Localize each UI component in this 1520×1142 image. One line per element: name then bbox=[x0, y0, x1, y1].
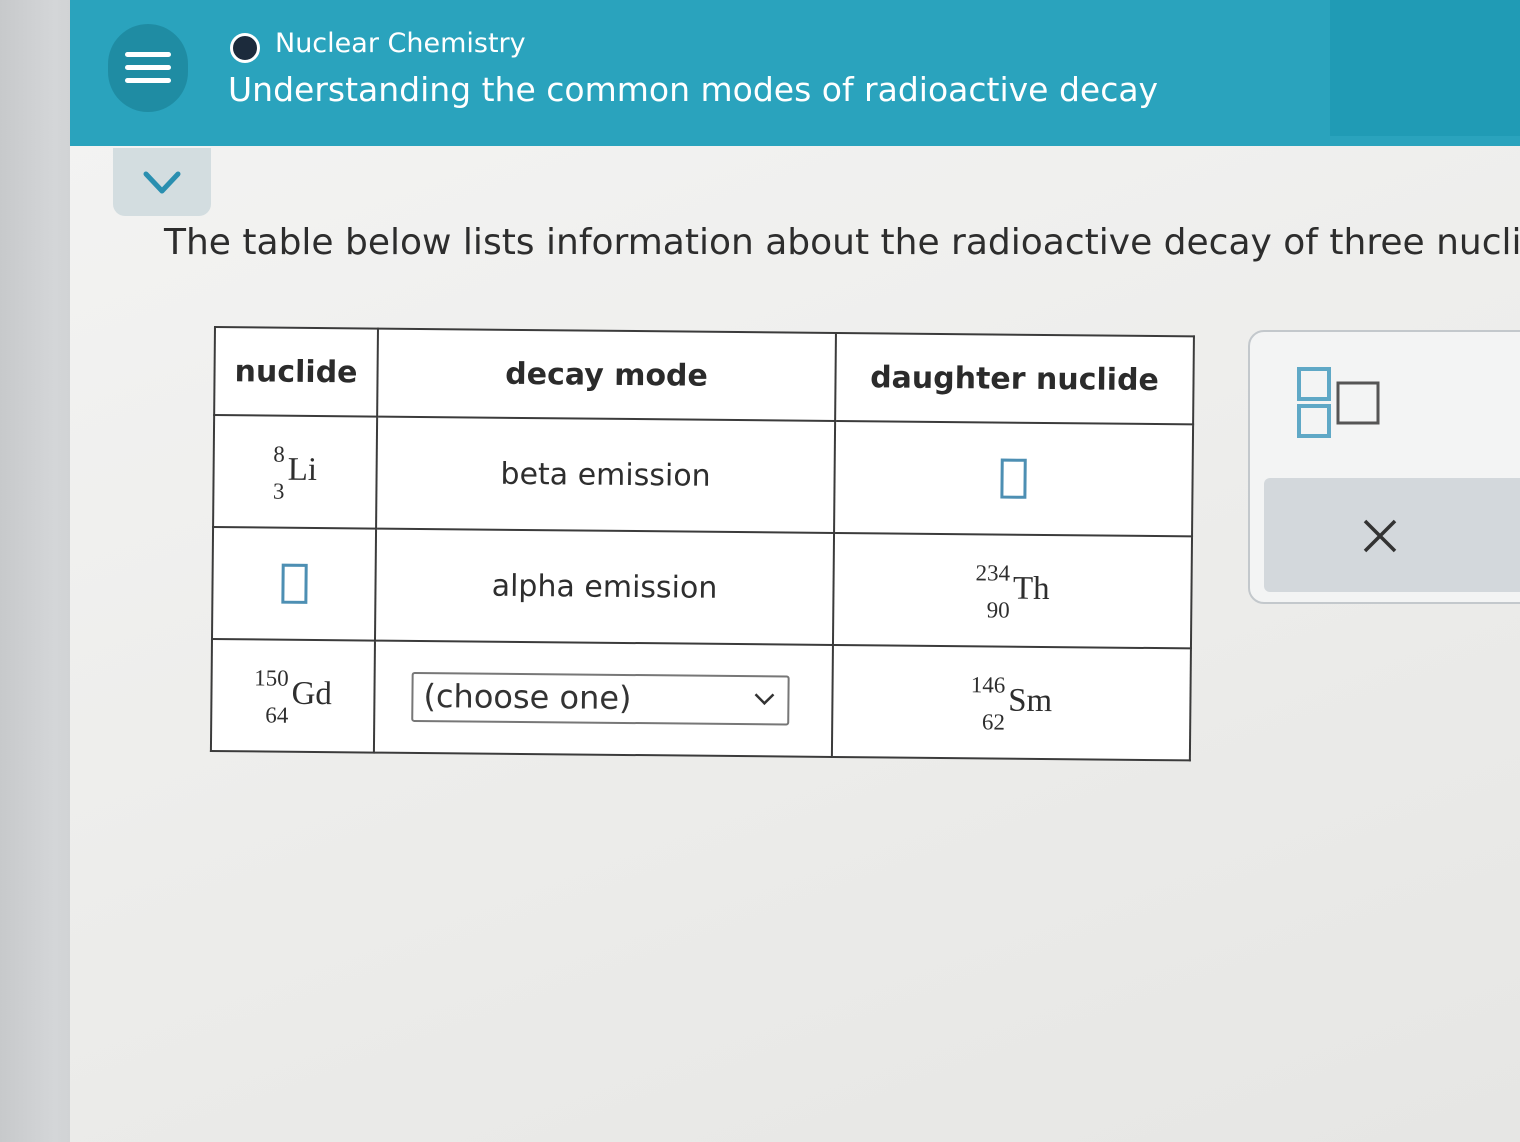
nuclide-cell bbox=[211, 527, 377, 641]
answer-tools-panel bbox=[1248, 330, 1520, 604]
decay-mode-select[interactable]: (choose one) bbox=[411, 671, 790, 726]
chevron-down-icon bbox=[143, 171, 181, 194]
column-header-daughter-nuclide: daughter nuclide bbox=[835, 332, 1194, 425]
decay-mode-select-value: (choose one) bbox=[423, 677, 632, 718]
nuclide-cell: 150 64 Gd bbox=[210, 638, 375, 753]
hamburger-menu-button[interactable] bbox=[108, 24, 188, 112]
daughter-nuclide-cell bbox=[834, 420, 1194, 537]
nuclide-symbol: 234 90 Th bbox=[975, 554, 1050, 629]
mass-number: 146 bbox=[970, 671, 1006, 698]
lesson-title: Understanding the common modes of radioa… bbox=[228, 70, 1159, 109]
mass-number: 8 bbox=[273, 441, 285, 467]
hamburger-menu-icon bbox=[125, 65, 171, 70]
collapse-header-button[interactable] bbox=[113, 148, 211, 216]
atomic-number: 90 bbox=[986, 596, 1010, 623]
element-symbol: Gd bbox=[291, 675, 333, 713]
element-symbol: Th bbox=[1012, 570, 1050, 608]
decay-table: nuclide decay mode daughter nuclide 8 3 … bbox=[209, 326, 1195, 762]
hamburger-menu-icon bbox=[125, 52, 171, 57]
decay-mode-cell: (choose one) bbox=[373, 640, 833, 757]
element-symbol: Sm bbox=[1008, 682, 1053, 720]
nuclide-answer-input[interactable] bbox=[280, 563, 308, 604]
question-prompt: The table below lists information about … bbox=[164, 222, 1520, 263]
table-row: 150 64 Gd (choose one) 146 62 Sm bbox=[210, 638, 1191, 761]
decay-mode-cell: alpha emission bbox=[374, 528, 835, 645]
column-header-nuclide: nuclide bbox=[214, 327, 378, 417]
close-x-icon bbox=[1363, 519, 1397, 553]
element-symbol: Li bbox=[287, 451, 318, 488]
atomic-number: 3 bbox=[272, 478, 285, 504]
chevron-down-icon bbox=[754, 693, 775, 706]
decay-mode-cell: beta emission bbox=[376, 416, 836, 533]
monitor-bezel bbox=[0, 0, 78, 1142]
nuclide-cell: 8 3 Li bbox=[213, 415, 378, 529]
clear-answer-button[interactable] bbox=[1264, 478, 1520, 592]
table-row: 8 3 Li beta emission bbox=[213, 415, 1194, 537]
atomic-number: 64 bbox=[265, 702, 289, 728]
hamburger-menu-icon bbox=[125, 78, 171, 83]
daughter-nuclide-cell: 234 90 Th bbox=[832, 532, 1193, 649]
nuclide-symbol: 146 62 Sm bbox=[970, 666, 1053, 741]
mass-number: 150 bbox=[254, 664, 289, 691]
topic-status-dot-icon bbox=[230, 33, 260, 63]
superscript-subscript-template-icon[interactable] bbox=[1296, 366, 1386, 446]
daughter-nuclide-cell: 146 62 Sm bbox=[831, 644, 1191, 761]
nuclide-symbol: 8 3 Li bbox=[273, 435, 318, 509]
atomic-number: 62 bbox=[981, 708, 1006, 735]
table-header-row: nuclide decay mode daughter nuclide bbox=[214, 327, 1194, 425]
column-header-decay-mode: decay mode bbox=[377, 328, 836, 421]
daughter-nuclide-answer-input[interactable] bbox=[1000, 458, 1027, 499]
topic-label: Nuclear Chemistry bbox=[275, 28, 526, 59]
mass-number: 234 bbox=[975, 559, 1011, 586]
table-row: alpha emission 234 90 Th bbox=[211, 527, 1193, 649]
nuclide-symbol: 150 64 Gd bbox=[254, 659, 333, 734]
header-right-panel bbox=[1330, 0, 1520, 136]
